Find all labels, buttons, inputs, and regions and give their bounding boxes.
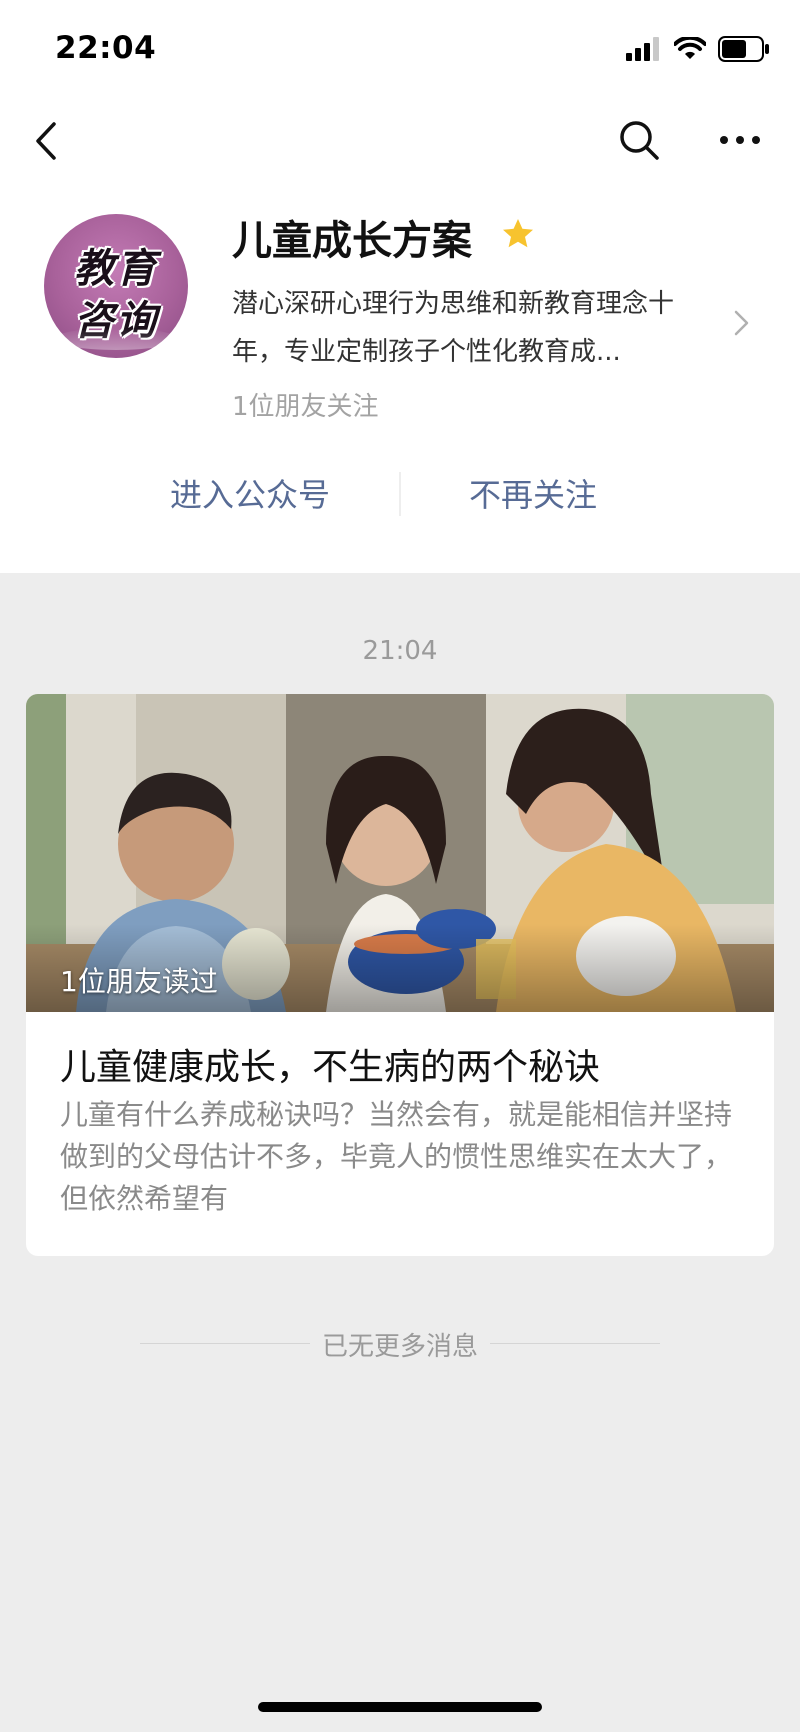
unfollow-button[interactable]: 不再关注 [413, 470, 653, 520]
wifi-icon [674, 37, 706, 59]
article-card[interactable]: 1位朋友读过 儿童健康成长，不生病的两个秘诀 儿童有什么养成秘诀吗？当然会有，就… [26, 694, 774, 1256]
account-name: 儿童成长方案 [232, 218, 472, 264]
more-icon[interactable] [718, 128, 762, 152]
chevron-left-icon[interactable] [30, 120, 70, 162]
enter-account-button[interactable]: 进入公众号 [130, 470, 370, 520]
search-icon[interactable] [617, 118, 661, 162]
action-divider [399, 472, 401, 516]
chevron-right-icon[interactable] [732, 308, 752, 338]
nav-bar [0, 100, 800, 180]
status-icons [626, 34, 770, 64]
avatar[interactable]: 教育 咨询 [44, 214, 188, 358]
battery-icon [718, 36, 769, 62]
friends-read-caption: 1位朋友读过 [60, 965, 218, 998]
followers-count: 1位朋友关注 [232, 392, 379, 422]
article-title[interactable]: 儿童健康成长，不生病的两个秘诀 [60, 1038, 750, 1090]
status-time: 22:04 [55, 30, 157, 66]
avatar-text-line1: 教育 [74, 245, 158, 292]
status-bar: 22:04 [0, 0, 800, 100]
end-divider-right [490, 1343, 660, 1344]
account-description[interactable]: 潜心深研心理行为思维和新教育理念十年，专业定制孩子个性化教育成... [232, 280, 722, 376]
avatar-cloud-decoration [54, 328, 178, 350]
signal-icon [626, 37, 659, 61]
no-more-messages: 已无更多消息 [321, 1332, 478, 1362]
star-icon [503, 219, 533, 248]
article-cover-image[interactable]: 1位朋友读过 [26, 694, 774, 1012]
home-indicator[interactable] [258, 1702, 542, 1712]
article-digest: 儿童有什么养成秘诀吗？当然会有，就是能相信并坚持做到的父母估计不多，毕竟人的惯性… [60, 1098, 733, 1215]
message-timestamp: 21:04 [362, 636, 438, 666]
